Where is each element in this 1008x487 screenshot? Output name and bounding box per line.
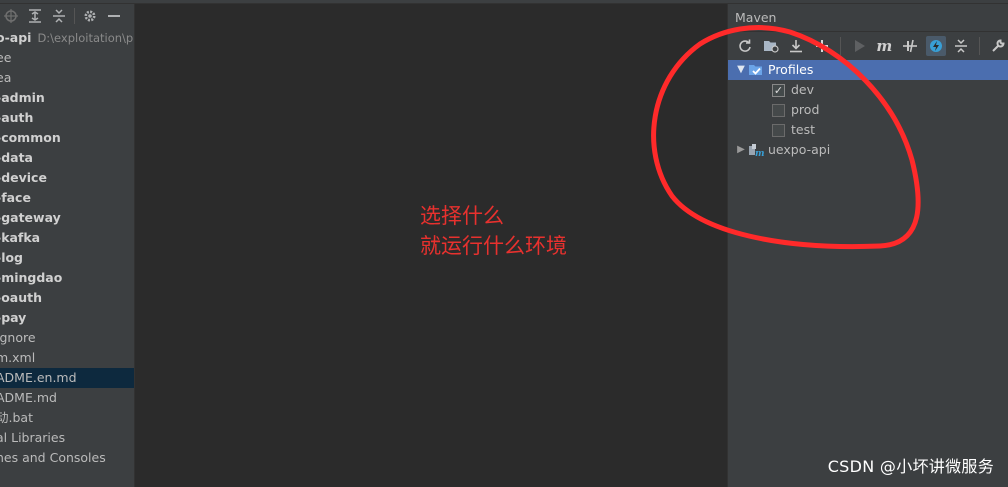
project-root-path: D:\exploitation\pr [37,31,135,45]
project-root[interactable]: o-api D:\exploitation\pr [0,28,134,48]
project-tree-item[interactable]: ignore [0,328,134,348]
project-tree-item[interactable]: -admin [0,88,134,108]
profiles-node[interactable]: ▼ Profiles [728,60,1008,80]
project-tree-item[interactable]: ee [0,48,134,68]
project-tree-item[interactable]: -face [0,188,134,208]
project-tree-item-label: -pay [0,310,27,325]
project-tree-item-label: -admin [0,90,45,105]
execute-goal-icon[interactable]: m [875,36,895,56]
project-tree-item[interactable]: -oauth [0,288,134,308]
annotation-line-1: 选择什么 [420,204,504,228]
locate-icon[interactable] [2,7,20,25]
project-tree-item[interactable]: al Libraries [0,428,134,448]
project-tree-item-label: ea [0,70,12,85]
annotation-line-2: 就运行什么环境 [420,234,567,258]
project-tree-item-label: -face [0,190,31,205]
profiles-label: Profiles [768,62,814,77]
svg-text:m: m [755,149,764,157]
project-node-label: uexpo-api [768,142,831,157]
project-tree-item[interactable]: m.xml [0,348,134,368]
project-panel: o-api D:\exploitation\pr ee ea -admin -auth -… [0,4,135,487]
project-tree-item-label: -kafka [0,230,41,245]
expand-all-icon[interactable] [26,7,44,25]
watermark: CSDN @小坏讲微服务 [827,457,994,476]
profile-item-dev[interactable]: ✓ dev [728,80,1008,100]
profile-label: prod [791,102,820,117]
project-tree-item[interactable]: ADME.md [0,388,134,408]
project-tree-item[interactable]: -kafka [0,228,134,248]
project-tree-item-label: al Libraries [0,430,66,445]
project-tree-item[interactable]: ADME.en.md [0,368,134,388]
project-tree-item[interactable]: -gateway [0,208,134,228]
profile-checkbox[interactable] [772,103,785,117]
toolbar-separator [74,8,75,24]
project-tree-item-label: ADME.en.md [0,370,77,385]
project-tree-item-label: -common [0,130,61,145]
profile-list: ✓ dev prod test [728,80,1008,140]
profile-label: dev [791,82,815,97]
project-toolbar [0,4,134,28]
collapse-all-icon[interactable] [50,7,68,25]
wrench-icon[interactable] [988,36,1008,56]
maven-toolbar: m [728,32,1008,60]
project-tree-item-label: hes and Consoles [0,450,106,465]
project-tree-item[interactable]: -log [0,248,134,268]
profile-label: test [791,122,816,137]
collapse-tree-icon[interactable] [952,36,972,56]
maven-title: Maven [728,4,1008,32]
profile-checkbox[interactable]: ✓ [772,83,785,97]
maven-module-icon: m [748,143,765,159]
project-tree-item[interactable]: 动.bat [0,408,134,428]
project-tree-item-label: 动.bat [0,410,33,425]
download-sources-icon[interactable] [786,36,806,56]
project-tree-item-label: -oauth [0,290,42,305]
annotation-text: 选择什么 就运行什么环境 [420,201,567,261]
project-tree-item-label: -log [0,250,24,265]
project-tree-item[interactable]: -data [0,148,134,168]
project-root-name: o-api [0,30,32,45]
toggle-offline-icon[interactable] [900,36,920,56]
project-tree-item-label: -data [0,150,33,165]
maven-toolbar-separator-2 [979,37,981,55]
reload-icon[interactable] [735,36,755,56]
project-tree-item[interactable]: -common [0,128,134,148]
project-tree-item-label: ignore [0,330,36,345]
minimize-icon[interactable] [105,7,123,25]
project-tree-item[interactable]: -auth [0,108,134,128]
project-tree-item-label: -auth [0,110,34,125]
project-tree-item[interactable]: -mingdao [0,268,134,288]
project-tree-item-label: m.xml [0,350,36,365]
maven-tree: ▼ Profiles ✓ dev prod test ▶ m uexpo-api [728,60,1008,160]
project-tree-item-label: ee [0,50,12,65]
gear-icon[interactable] [81,7,99,25]
profiles-icon [748,63,764,77]
project-tree-item[interactable]: -device [0,168,134,188]
chevron-right-icon[interactable]: ▶ [734,140,748,160]
project-tree-item-label: -mingdao [0,270,63,285]
project-tree-item-label: -gateway [0,210,61,225]
generate-sources-icon[interactable] [761,36,781,56]
project-tree-item[interactable]: -pay [0,308,134,328]
project-tree: o-api D:\exploitation\pr ee ea -admin -auth -… [0,28,134,468]
project-tree-item-label: -device [0,170,47,185]
maven-panel: Maven m ▼ Profiles ✓ dev prod test ▶ m u… [727,4,1008,487]
run-icon[interactable] [849,36,869,56]
maven-toolbar-separator [839,37,841,55]
project-tree-item[interactable]: hes and Consoles [0,448,134,468]
project-node[interactable]: ▶ m uexpo-api [728,140,1008,160]
skip-tests-icon[interactable] [925,36,946,56]
project-tree-item[interactable]: ea [0,68,134,88]
add-icon[interactable] [812,36,832,56]
project-tree-item-label: ADME.md [0,390,57,405]
chevron-down-icon[interactable]: ▼ [734,60,748,80]
profile-item-test[interactable]: test [728,120,1008,140]
editor-area: 选择什么 就运行什么环境 [135,4,727,487]
profile-item-prod[interactable]: prod [728,100,1008,120]
profile-checkbox[interactable] [772,123,785,137]
